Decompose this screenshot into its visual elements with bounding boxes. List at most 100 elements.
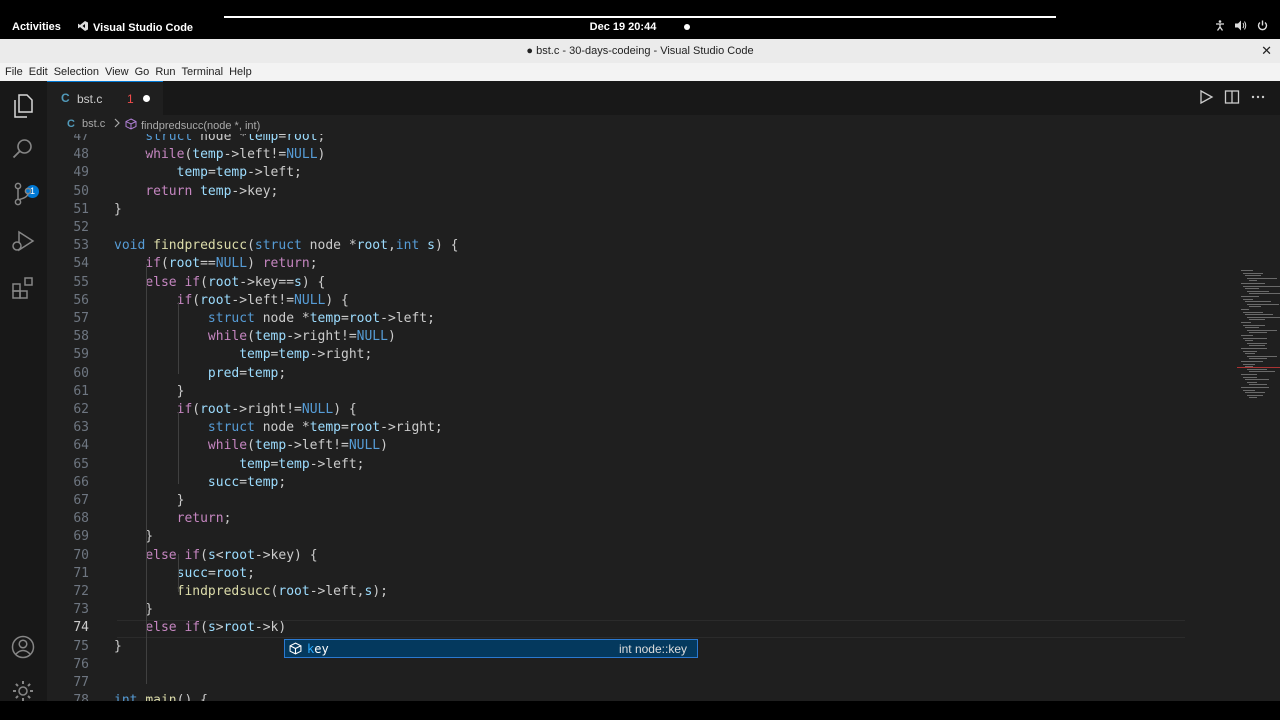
minimap-line — [1249, 384, 1267, 386]
code-line[interactable]: 56 if(root->left!=NULL) { — [47, 292, 1187, 310]
code-line[interactable]: 76 — [47, 656, 1187, 674]
code-line[interactable]: 58 while(temp->right!=NULL) — [47, 328, 1187, 346]
line-code: } — [114, 201, 122, 217]
breadcrumb-symbol[interactable]: findpredsucc(node *, int) — [125, 118, 260, 133]
system-tray[interactable] — [1215, 20, 1268, 34]
clock[interactable]: Dec 19 20:44 — [0, 21, 1280, 33]
code-line[interactable]: 47 struct node *temp=root; — [47, 134, 1187, 146]
menu-selection[interactable]: Selection — [49, 63, 99, 81]
line-number: 60 — [73, 365, 89, 381]
code-line[interactable]: 52 — [47, 219, 1187, 237]
line-code: struct node *temp=root; — [145, 134, 326, 144]
minimap-line — [1243, 285, 1280, 287]
screen-bottom-strip — [0, 701, 1280, 720]
line-number: 63 — [73, 420, 89, 436]
minimap-line — [1243, 272, 1263, 274]
menu-go[interactable]: Go — [130, 63, 150, 81]
window-title-bar[interactable]: ● bst.c - 30-days-codeing - Visual Studi… — [0, 39, 1280, 63]
minimap[interactable] — [1237, 268, 1280, 408]
code-line[interactable]: 59 temp=temp->right; — [47, 346, 1187, 364]
minimap-line — [1247, 277, 1277, 279]
minimap-line — [1249, 319, 1265, 321]
code-line[interactable]: 64 while(temp->left!=NULL) — [47, 437, 1187, 455]
line-code: succ=root; — [176, 565, 255, 581]
code-line[interactable]: 57 struct node *temp=root->left; — [47, 310, 1187, 328]
minimap-line — [1241, 309, 1249, 310]
code-line[interactable]: 51} — [47, 201, 1187, 219]
code-line[interactable]: 62 if(root->right!=NULL) { — [47, 401, 1187, 419]
run-icon[interactable] — [1198, 89, 1214, 110]
suggest-widget[interactable]: key int node::key — [284, 639, 698, 658]
menu-edit[interactable]: Edit — [24, 63, 48, 81]
account-icon[interactable] — [10, 634, 36, 660]
accessibility-icon[interactable] — [1215, 20, 1225, 34]
more-actions-icon[interactable] — [1250, 89, 1266, 110]
code-line[interactable]: 66 succ=temp; — [47, 474, 1187, 492]
code-line[interactable]: 54 if(root==NULL) return; — [47, 255, 1187, 273]
minimap-line — [1247, 316, 1280, 318]
code-line[interactable]: 72 findpredsucc(root->left,s); — [47, 583, 1187, 601]
code-line[interactable]: 71 succ=root; — [47, 565, 1187, 583]
minimap-error-marker — [1237, 367, 1280, 368]
code-line[interactable]: 61 } — [47, 383, 1187, 401]
line-number: 77 — [73, 675, 89, 690]
code-line[interactable]: 77 — [47, 674, 1187, 692]
breadcrumb-file[interactable]: bst.c — [82, 118, 105, 130]
code-line[interactable]: 50 return temp->key; — [47, 183, 1187, 201]
line-number: 57 — [73, 311, 89, 326]
line-number: 62 — [73, 402, 89, 417]
menu-view[interactable]: View — [100, 63, 129, 81]
code-line[interactable]: 63 struct node *temp=root->right; — [47, 419, 1187, 437]
code-line[interactable]: 60 pred=temp; — [47, 365, 1187, 383]
menu-help[interactable]: Help — [224, 63, 252, 81]
line-number: 78 — [73, 693, 89, 701]
source-control-icon[interactable] — [10, 181, 36, 207]
code-line[interactable]: 49 temp=temp->left; — [47, 164, 1187, 182]
code-line[interactable]: 73 } — [47, 601, 1187, 619]
line-number: 53 — [73, 238, 89, 254]
code-line[interactable]: 55 else if(root->key==s) { — [47, 274, 1187, 292]
search-icon[interactable] — [10, 136, 36, 162]
menu-file[interactable]: File — [0, 63, 23, 81]
line-code: temp=temp->left; — [176, 165, 302, 181]
code-line[interactable]: 69 } — [47, 528, 1187, 546]
line-code: succ=temp; — [207, 474, 287, 490]
line-number: 59 — [73, 347, 89, 363]
unsaved-dot-icon[interactable] — [143, 95, 150, 102]
line-code: temp=temp->right; — [239, 347, 373, 363]
code-line[interactable]: 65 temp=temp->left; — [47, 456, 1187, 474]
code-editor[interactable]: 47 struct node *temp=root; 48 while(temp-… — [47, 134, 1280, 701]
window-title: ● bst.c - 30-days-codeing - Visual Studi… — [526, 45, 754, 57]
close-window-icon[interactable]: ✕ — [1261, 43, 1272, 59]
menu-bar: File Edit Selection View Go Run Terminal… — [0, 63, 1280, 81]
code-line[interactable]: 48 while(temp->left!=NULL) — [47, 146, 1187, 164]
menu-run[interactable]: Run — [150, 63, 175, 81]
line-code: if(root->right!=NULL) { — [176, 402, 357, 417]
run-debug-icon[interactable] — [10, 228, 36, 254]
code-line[interactable]: 78 int main() { — [47, 692, 1187, 701]
split-editor-icon[interactable] — [1224, 89, 1240, 110]
minimap-line — [1241, 361, 1263, 362]
minimap-line — [1241, 374, 1257, 375]
explorer-icon[interactable] — [10, 93, 36, 119]
power-icon[interactable] — [1257, 20, 1268, 34]
code-line[interactable]: 68 return; — [47, 510, 1187, 528]
suggestion-detail: int node::key — [618, 642, 687, 656]
line-number: 52 — [73, 220, 89, 235]
minimap-line — [1243, 376, 1257, 378]
code-line[interactable]: 53 void findpredsucc(struct node *root,in… — [47, 237, 1187, 255]
line-number: 50 — [73, 183, 89, 199]
code-line[interactable]: 70 else if(s<root->key) { — [47, 547, 1187, 565]
tab-bst-c[interactable]: C bst.c 1 — [47, 81, 163, 115]
code-line[interactable]: 74 else if(s>root->k) — [47, 619, 1187, 637]
code-line[interactable]: 67 } — [47, 492, 1187, 510]
extensions-icon[interactable] — [10, 275, 36, 301]
volume-icon[interactable] — [1235, 20, 1247, 34]
menu-terminal[interactable]: Terminal — [177, 63, 224, 81]
line-number: 73 — [73, 602, 89, 618]
minimap-line — [1249, 345, 1265, 347]
breadcrumb-symbol-label: findpredsucc(node *, int) — [141, 119, 261, 132]
line-number: 67 — [73, 493, 89, 508]
line-number: 47 — [73, 134, 89, 144]
line-number: 75 — [73, 638, 89, 654]
